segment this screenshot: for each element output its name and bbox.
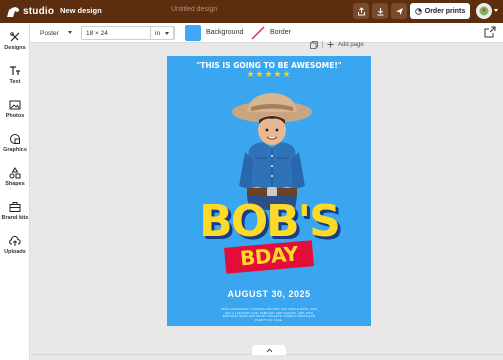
size-select-value: 18 × 24 (86, 29, 108, 37)
sidebar-item-label: Designs (4, 45, 26, 51)
horse-logo-icon (7, 6, 19, 17)
sidebar-item-brand-kits[interactable]: Brand kits (0, 199, 30, 229)
add-page-button[interactable]: Add page (338, 42, 364, 48)
chevron-down-icon (165, 32, 169, 35)
order-icon (415, 7, 422, 15)
poster-stars[interactable]: ★★★★★ (167, 69, 371, 80)
designs-icon (10, 32, 20, 42)
text-icon (10, 66, 20, 75)
duplicate-page-icon[interactable] (310, 40, 318, 49)
product-select-value: Poster (40, 29, 59, 37)
sidebar-item-label: Text (9, 79, 21, 85)
design-name-menu[interactable]: New design (60, 6, 102, 15)
poster-fine-print[interactable]: RIDE HORSEBACK, CAMPING AROUND THE CIRCL… (219, 307, 319, 322)
tools-divider (322, 41, 323, 48)
sidebar-item-label: Photos (5, 113, 25, 119)
chevron-down-icon (68, 31, 72, 34)
download-button[interactable] (372, 3, 388, 19)
app-logo[interactable]: studio (6, 4, 54, 19)
unit-select[interactable]: in (150, 26, 174, 40)
sidebar-item-designs[interactable]: Designs (0, 29, 30, 59)
sidebar-item-photos[interactable]: Photos (0, 97, 30, 127)
border-none-icon[interactable] (250, 25, 266, 41)
avatar-icon (479, 6, 489, 16)
order-prints-label: Order prints (424, 7, 466, 15)
uploads-icon (9, 235, 21, 246)
export-icon[interactable] (484, 26, 496, 38)
background-color-swatch[interactable] (185, 25, 201, 41)
sidebar-item-shapes[interactable]: Shapes (0, 165, 30, 195)
send-icon (395, 7, 403, 15)
pages-panel-toggle[interactable] (252, 345, 286, 355)
sidebar-item-label: Graphics (3, 147, 27, 153)
poster-date[interactable]: AUGUST 30, 2025 (167, 289, 371, 299)
share-icon (357, 6, 365, 15)
download-icon (377, 7, 383, 15)
avatar[interactable] (476, 3, 492, 19)
document-title[interactable]: Untitled design (171, 6, 217, 13)
add-page-icon[interactable] (327, 41, 334, 48)
logo-text: studio (23, 6, 55, 17)
unit-select-value: in (155, 29, 161, 37)
sidebar-item-graphics[interactable]: Graphics (0, 131, 30, 161)
briefcase-icon (9, 202, 21, 212)
cowboy-kid-photo[interactable] (227, 90, 317, 210)
order-prints-button[interactable]: Order prints (410, 3, 470, 19)
sidebar-item-label: Brand kits (1, 215, 29, 221)
sidebar-item-label: Shapes (5, 181, 25, 187)
poster-headline[interactable]: BOB'S (167, 197, 371, 247)
top-bar: studio New design Untitled design Order … (0, 0, 503, 23)
sidebar-item-label: Uploads (4, 249, 26, 255)
background-label[interactable]: Background (206, 29, 243, 36)
account-menu-caret-icon[interactable] (494, 9, 498, 12)
chevron-up-icon (266, 347, 272, 352)
send-button[interactable] (391, 3, 407, 19)
sidebar-item-uploads[interactable]: Uploads (0, 233, 30, 263)
left-sidebar: Designs Text Photos Graphics Shapes Bran… (0, 23, 30, 360)
border-label[interactable]: Border (270, 29, 291, 36)
product-select[interactable]: Poster (36, 26, 76, 40)
graphics-icon (10, 134, 20, 144)
shapes-icon (9, 167, 21, 179)
share-button[interactable] (353, 3, 369, 19)
poster-canvas[interactable]: "THIS IS GOING TO BE AWESOME!" ★★★★★ BOB… (167, 56, 371, 326)
photos-icon (9, 100, 21, 110)
options-bar: Poster 18 × 24 in Background Border (30, 23, 503, 43)
page-tools: Add page (310, 40, 364, 49)
sidebar-item-text[interactable]: Text (0, 63, 30, 93)
